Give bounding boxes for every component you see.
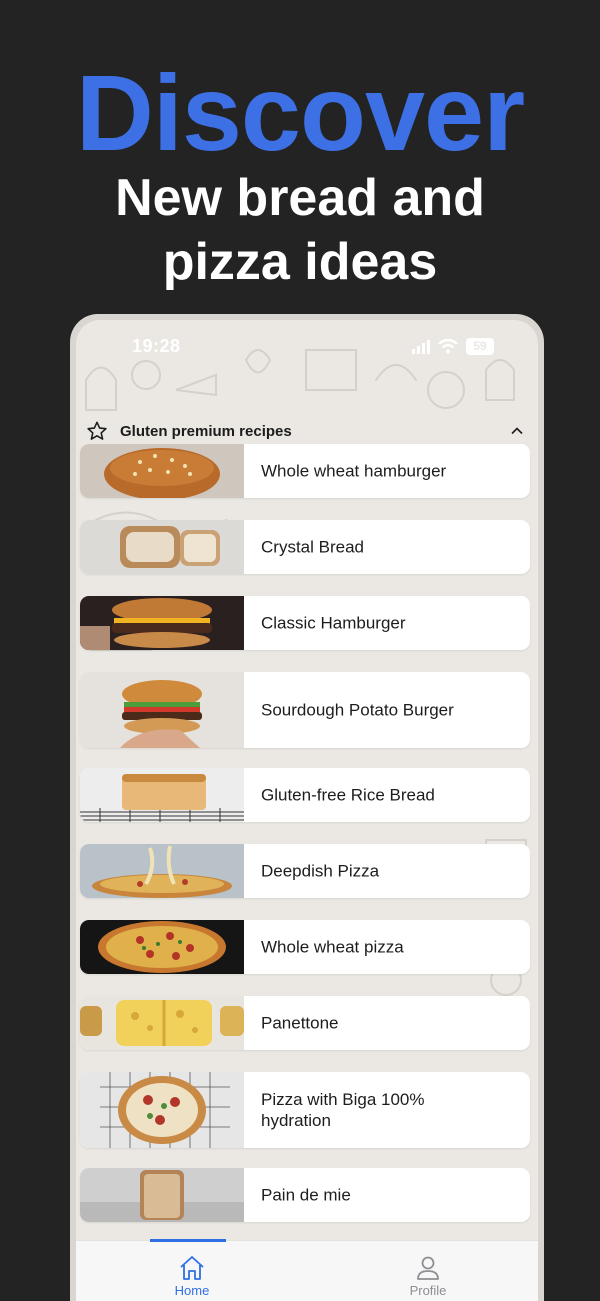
wifi-icon (438, 339, 458, 354)
recipe-card[interactable]: Pizza with Biga 100% hydration (80, 1072, 530, 1148)
recipe-card[interactable]: Deepdish Pizza (80, 844, 530, 898)
tab-profile-label: Profile (409, 1283, 447, 1298)
recipe-card[interactable]: Pain de mie (80, 1168, 530, 1222)
bottom-tab-bar: Home Profile (76, 1239, 538, 1301)
recipe-title: Gluten-free Rice Bread (261, 785, 435, 805)
recipe-card[interactable]: Whole wheat hamburger (80, 444, 530, 498)
rice-bread-thumbnail (80, 768, 244, 822)
biga-pizza-thumbnail (80, 1072, 244, 1148)
promo-subtitle-line-2: pizza ideas (162, 233, 438, 291)
whole-wheat-pizza-thumbnail (80, 920, 244, 974)
signal-icon (412, 339, 430, 354)
recipe-title: Whole wheat pizza (261, 937, 404, 957)
tab-home[interactable]: Home (132, 1239, 252, 1301)
hamburger-bun-thumbnail (80, 444, 244, 498)
star-outline-icon (87, 421, 107, 440)
recipe-title: Panettone (261, 1013, 339, 1033)
classic-hamburger-thumbnail (80, 596, 244, 650)
recipe-title: Deepdish Pizza (261, 861, 380, 881)
tab-home-label: Home (174, 1283, 210, 1298)
recipe-title: Crystal Bread (261, 537, 364, 557)
recipe-title: Pizza with Biga 100% hydration (261, 1090, 425, 1130)
promo-subtitle: New bread and pizza ideas (0, 166, 600, 294)
tab-profile[interactable]: Profile (368, 1241, 488, 1301)
recipe-card[interactable]: Crystal Bread (80, 520, 530, 574)
chevron-up-icon[interactable] (510, 424, 524, 438)
status-time: 19:28 (132, 336, 181, 356)
deepdish-pizza-thumbnail (80, 844, 244, 898)
recipe-title: Pain de mie (261, 1185, 351, 1205)
active-tab-indicator (150, 1239, 226, 1242)
recipe-card[interactable]: Panettone (80, 996, 530, 1050)
recipe-card[interactable]: Classic Hamburger (80, 596, 530, 650)
promo-title: Discover (75, 52, 525, 173)
recipe-card[interactable]: Whole wheat pizza (80, 920, 530, 974)
recipe-title: Whole wheat hamburger (261, 461, 447, 481)
battery-icon: 59 (466, 338, 494, 355)
crystal-bread-thumbnail (80, 520, 244, 574)
person-icon (417, 1256, 439, 1280)
app-screen: 19:28 59 Gluten premium recipes Whole wh… (76, 320, 538, 1301)
phone-frame: 19:28 59 Gluten premium recipes Whole wh… (70, 314, 544, 1301)
home-icon (180, 1256, 204, 1280)
panettone-thumbnail (80, 996, 244, 1050)
pain-de-mie-thumbnail (80, 1168, 244, 1222)
status-icons: 59 (412, 338, 494, 355)
recipe-card[interactable]: Sourdough Potato Burger (80, 672, 530, 748)
recipe-title: Classic Hamburger (261, 613, 406, 633)
recipe-title: Sourdough Potato Burger (261, 700, 454, 720)
recipe-card[interactable]: Gluten-free Rice Bread (80, 768, 530, 822)
promo-subtitle-line-1: New bread and (115, 169, 485, 227)
potato-burger-thumbnail (80, 672, 244, 748)
section-title: Gluten premium recipes (120, 423, 292, 440)
status-bar: 19:28 59 (76, 334, 538, 362)
